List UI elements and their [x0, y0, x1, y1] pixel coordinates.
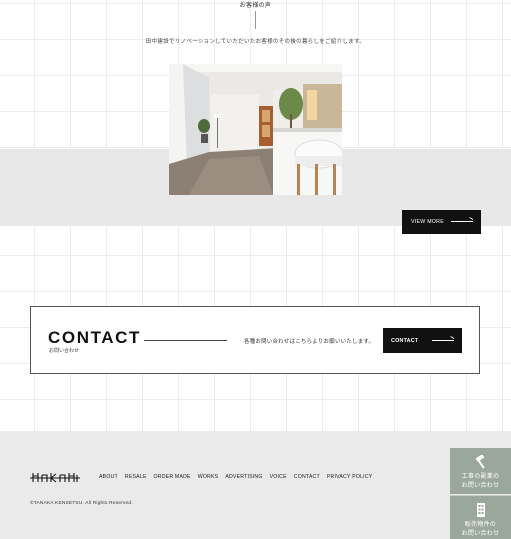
footer-nav-about[interactable]: ABOUT	[99, 474, 118, 480]
building-icon	[476, 503, 485, 517]
side-button-2-line2: お問い合わせ	[461, 530, 500, 537]
construction-inquiry-button[interactable]: 工事の副業の お問い合わせ	[450, 448, 511, 494]
footer-nav-contact[interactable]: CONTACT	[294, 474, 320, 480]
voice-intro-text: 田中建設でリノベーションしていただいたお客様のその後の暮らしをご紹介します。	[145, 39, 366, 45]
footer-nav-order-made[interactable]: ORDER MADE	[154, 474, 191, 480]
customer-voice-photo[interactable]	[169, 64, 342, 195]
logo-mark-icon	[30, 473, 80, 483]
footer-nav-voice[interactable]: VOICE	[270, 474, 287, 480]
contact-description: 各種お問い合わせはこちらよりお願いいたします。	[244, 339, 375, 345]
arrow-right-icon	[432, 340, 454, 341]
contact-title: CONTACT	[48, 328, 142, 347]
copyright-text: ©TANAKA KENSETSU. All Rights Reserved.	[30, 501, 133, 506]
side-button-2-line1: 販売物件の	[464, 521, 497, 528]
footer-nav-advertising[interactable]: ADVERTISING	[225, 474, 262, 480]
view-more-label: VIEW MORE	[411, 219, 444, 225]
side-button-1-line1: 工事の副業の	[461, 473, 500, 480]
contact-subtitle: お問い合わせ	[49, 348, 80, 354]
contact-divider-line	[144, 340, 227, 341]
voice-section-heading: お客様の声	[239, 2, 272, 9]
property-inquiry-button[interactable]: 販売物件の お問い合わせ	[450, 495, 511, 539]
footer-nav-works[interactable]: WORKS	[198, 474, 219, 480]
footer-nav-privacy-policy[interactable]: PRIVACY POLICY	[327, 474, 373, 480]
footer-navigation: ABOUT RESALE ORDER MADE WORKS ADVERTISIN…	[99, 474, 372, 480]
footer-nav-resale[interactable]: RESALE	[125, 474, 147, 480]
arrow-right-icon	[451, 221, 473, 222]
living-room-illustration	[169, 64, 342, 195]
contact-button-label: CONTACT	[391, 337, 419, 344]
side-button-1-line2: お問い合わせ	[461, 482, 500, 489]
hammer-icon	[475, 455, 485, 469]
contact-button[interactable]: CONTACT	[383, 328, 462, 353]
heading-divider-line	[255, 11, 256, 29]
view-more-button[interactable]: VIEW MORE	[402, 210, 481, 234]
company-logo[interactable]	[30, 469, 80, 483]
site-footer	[0, 431, 511, 539]
